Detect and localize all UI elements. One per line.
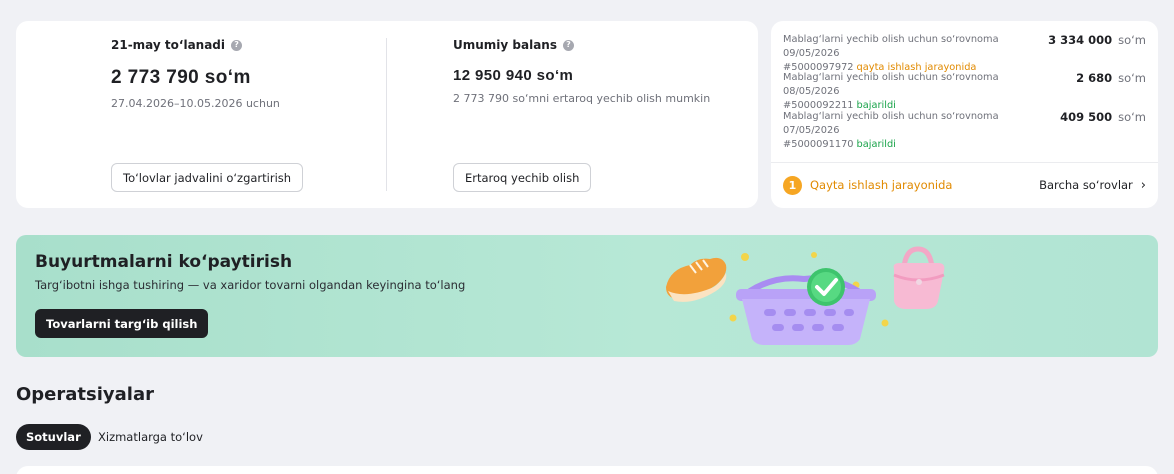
- early-withdraw-button[interactable]: Ertaroq yechib olish: [453, 163, 592, 192]
- balance-section: Umumiy balans ? 12 950 940 so‘m 2 773 79…: [453, 21, 753, 208]
- requests-footer: 1 Qayta ishlash jarayonida Barcha so‘rov…: [783, 175, 1146, 195]
- payout-label: 21-may to‘lanadi: [111, 38, 226, 52]
- pending-count-badge: 1: [783, 175, 802, 195]
- vertical-divider: [386, 38, 387, 191]
- all-requests-label: Barcha so‘rovlar: [1039, 178, 1133, 192]
- decor-dot: [729, 314, 737, 322]
- tab-service-payments[interactable]: Xizmatlarga to‘lov: [98, 424, 203, 450]
- chevron-right-icon: ›: [1140, 177, 1146, 193]
- request-title: Mablag‘larni yechib olish uchun so‘rovno…: [783, 34, 999, 59]
- payout-period: 27.04.2026–10.05.2026 uchun: [111, 97, 280, 110]
- promote-products-button[interactable]: Tovarlarni targ‘ib qilish: [35, 309, 209, 338]
- operations-title: Operatsiyalar: [16, 384, 154, 405]
- request-item[interactable]: Mablag‘larni yechib olish uchun so‘rovno…: [783, 33, 1146, 73]
- request-currency: so‘m: [1118, 71, 1146, 85]
- request-currency: so‘m: [1118, 110, 1146, 124]
- request-amount: 409 500: [1060, 110, 1113, 124]
- tab-sales[interactable]: Sotuvlar: [16, 424, 91, 450]
- payout-balance-card: 21-may to‘lanadi ? 2 773 790 so‘m 27.04.…: [16, 21, 758, 208]
- promo-title: Buyurtmalarni ko‘paytirish: [35, 252, 293, 272]
- request-id: #5000091170: [783, 139, 854, 150]
- request-amount: 2 680: [1076, 71, 1113, 85]
- info-icon[interactable]: ?: [563, 39, 574, 51]
- all-requests-link[interactable]: Barcha so‘rovlar ›: [1039, 178, 1146, 193]
- request-item[interactable]: Mablag‘larni yechib olish uchun so‘rovno…: [783, 110, 1146, 150]
- operations-table-card: [16, 466, 1158, 474]
- promo-banner: Buyurtmalarni ko‘paytirish Targ‘ibotni i…: [16, 235, 1158, 357]
- balance-label-row: Umumiy balans ?: [453, 38, 574, 52]
- shopping-basket-icon: [736, 275, 876, 345]
- handbag-icon: [893, 246, 945, 309]
- sneaker-icon: [666, 257, 727, 302]
- divider: [771, 162, 1158, 163]
- request-status: bajarildi: [856, 139, 896, 150]
- request-item[interactable]: Mablag‘larni yechib olish uchun so‘rovno…: [783, 71, 1146, 111]
- payout-amount: 2 773 790 so‘m: [111, 67, 251, 88]
- payout-label-row: 21-may to‘lanadi ?: [111, 38, 243, 52]
- request-title: Mablag‘larni yechib olish uchun so‘rovno…: [783, 111, 999, 136]
- change-payment-schedule-button[interactable]: To‘lovlar jadvalini o‘zgartirish: [111, 163, 304, 192]
- decor-dot: [741, 253, 749, 261]
- pending-requests-label: Qayta ishlash jarayonida: [810, 178, 953, 192]
- checkmark-icon: [807, 268, 845, 306]
- withdrawal-requests-card: Mablag‘larni yechib olish uchun so‘rovno…: [771, 21, 1158, 208]
- promo-subtitle: Targ‘ibotni ishga tushiring — va xaridor…: [35, 278, 466, 292]
- pending-requests-link[interactable]: 1 Qayta ishlash jarayonida: [783, 175, 953, 195]
- request-amount: 3 334 000: [1048, 33, 1113, 47]
- balance-label: Umumiy balans: [453, 38, 557, 52]
- balance-amount: 12 950 940 so‘m: [453, 67, 574, 84]
- decor-dot: [881, 319, 889, 327]
- early-withdraw-note: 2 773 790 so‘mni ertaroq yechib olish mu…: [453, 92, 711, 105]
- payout-section: 21-may to‘lanadi ? 2 773 790 so‘m 27.04.…: [111, 21, 391, 208]
- info-icon[interactable]: ?: [231, 39, 243, 51]
- promo-illustration: [666, 246, 945, 345]
- request-currency: so‘m: [1118, 33, 1146, 47]
- decor-dot: [811, 252, 817, 258]
- request-title: Mablag‘larni yechib olish uchun so‘rovno…: [783, 72, 999, 97]
